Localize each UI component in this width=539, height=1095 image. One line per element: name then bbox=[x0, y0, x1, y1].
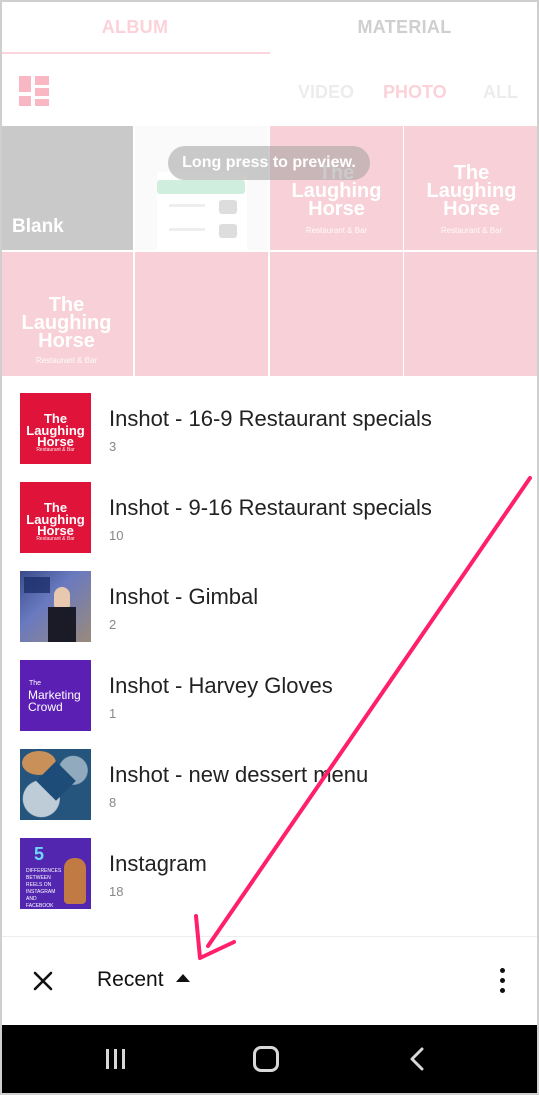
album-selector-button[interactable]: Recent bbox=[97, 968, 190, 992]
album-count: 2 bbox=[109, 617, 117, 632]
grid-photo-6[interactable] bbox=[135, 252, 268, 376]
home-icon[interactable] bbox=[253, 1046, 279, 1072]
album-thumbnail: 5 DIFFERENCES BETWEEN REELS ON INSTAGRAM… bbox=[20, 838, 91, 909]
filter-row bbox=[0, 54, 539, 126]
top-tab-bar: ALBUM MATERIAL bbox=[0, 0, 539, 54]
horse-subtitle: Restaurant & Bar bbox=[305, 226, 368, 235]
thumb-text: DIFFERENCES BETWEEN REELS ON INSTAGRAM A… bbox=[26, 868, 62, 909]
album-thumbnail bbox=[20, 571, 91, 642]
album-list: The Laughing Horse Restaurant & Bar Inshot… bbox=[0, 376, 539, 936]
album-thumbnail bbox=[20, 749, 91, 820]
more-vert-icon[interactable] bbox=[493, 964, 513, 998]
album-row[interactable]: The Laughing Horse Restaurant & Bar Inshot… bbox=[0, 465, 539, 554]
thumb-text: 5 bbox=[34, 844, 45, 864]
horse-logo: TheLaughingHorse bbox=[426, 162, 517, 220]
grid-icon[interactable] bbox=[19, 76, 49, 106]
grid-photo-4[interactable]: The Laughing Horse Restaurant & Bar bbox=[404, 126, 539, 250]
filter-video[interactable]: VIDEO bbox=[298, 82, 354, 103]
blank-label: Blank bbox=[12, 216, 64, 237]
bottom-bar bbox=[0, 937, 539, 1025]
album-name: Inshot - Gimbal bbox=[109, 584, 259, 609]
album-count: 10 bbox=[109, 528, 124, 543]
close-icon[interactable] bbox=[28, 966, 58, 996]
album-row[interactable]: Inshot - new dessert menu 8 bbox=[0, 732, 539, 821]
album-thumbnail: The Laughing Horse Restaurant & Bar bbox=[20, 393, 91, 464]
grid-photo-2[interactable] bbox=[135, 126, 268, 250]
horse-subtitle: Restaurant & Bar bbox=[36, 447, 75, 453]
album-row[interactable]: Inshot - Gimbal 2 bbox=[0, 554, 539, 643]
horse-logo: TheLaughingHorse bbox=[26, 500, 85, 539]
album-count: 8 bbox=[109, 795, 117, 810]
screenshot-preview bbox=[157, 172, 247, 250]
album-thumbnail: The Laughing Horse Restaurant & Bar bbox=[20, 482, 91, 553]
thumb-text: The bbox=[29, 680, 42, 687]
horse-logo: TheLaughingHorse bbox=[21, 294, 112, 352]
album-thumbnail: The Marketing Crowd bbox=[20, 660, 91, 731]
recents-icon[interactable] bbox=[104, 1048, 128, 1070]
grid-photo-5[interactable]: The Laughing Horse Restaurant & Bar bbox=[0, 252, 133, 376]
horse-subtitle: Restaurant & Bar bbox=[35, 356, 98, 365]
grid-photo-7[interactable] bbox=[270, 252, 403, 376]
album-count: 3 bbox=[109, 439, 117, 454]
album-row[interactable]: The Marketing Crowd Inshot - Harvey Glove… bbox=[0, 643, 539, 732]
album-name: Instagram bbox=[109, 851, 207, 876]
back-icon[interactable] bbox=[407, 1047, 427, 1071]
horse-subtitle: Restaurant & Bar bbox=[440, 226, 503, 235]
album-selector-label: Recent bbox=[97, 968, 164, 991]
tab-album[interactable]: ALBUM bbox=[0, 0, 270, 54]
album-count: 1 bbox=[109, 706, 117, 721]
tab-material[interactable]: MATERIAL bbox=[270, 0, 539, 54]
blank-tile[interactable]: Blank bbox=[0, 126, 133, 250]
album-name: Inshot - new dessert menu bbox=[109, 762, 369, 787]
horse-logo: TheLaughingHorse bbox=[26, 411, 85, 450]
album-name: Inshot - 16-9 Restaurant specials bbox=[109, 406, 432, 431]
album-row[interactable]: 5 DIFFERENCES BETWEEN REELS ON INSTAGRAM… bbox=[0, 821, 539, 910]
horse-subtitle: Restaurant & Bar bbox=[36, 536, 75, 542]
thumb-text: Marketing Crowd bbox=[28, 688, 81, 714]
preview-toast: Long press to preview. bbox=[168, 146, 370, 180]
filter-all[interactable]: ALL bbox=[483, 82, 518, 103]
grid-photo-3[interactable]: TheLaughingHorse Restaurant & Bar bbox=[270, 126, 403, 250]
album-count: 18 bbox=[109, 884, 124, 899]
filter-photo[interactable]: PHOTO bbox=[383, 82, 447, 103]
album-row[interactable]: The Laughing Horse Restaurant & Bar Inshot… bbox=[0, 376, 539, 465]
caret-up-icon bbox=[175, 974, 190, 982]
grid-photo-8[interactable] bbox=[404, 252, 539, 376]
album-name: Inshot - Harvey Gloves bbox=[109, 673, 333, 698]
album-name: Inshot - 9-16 Restaurant specials bbox=[109, 495, 432, 520]
